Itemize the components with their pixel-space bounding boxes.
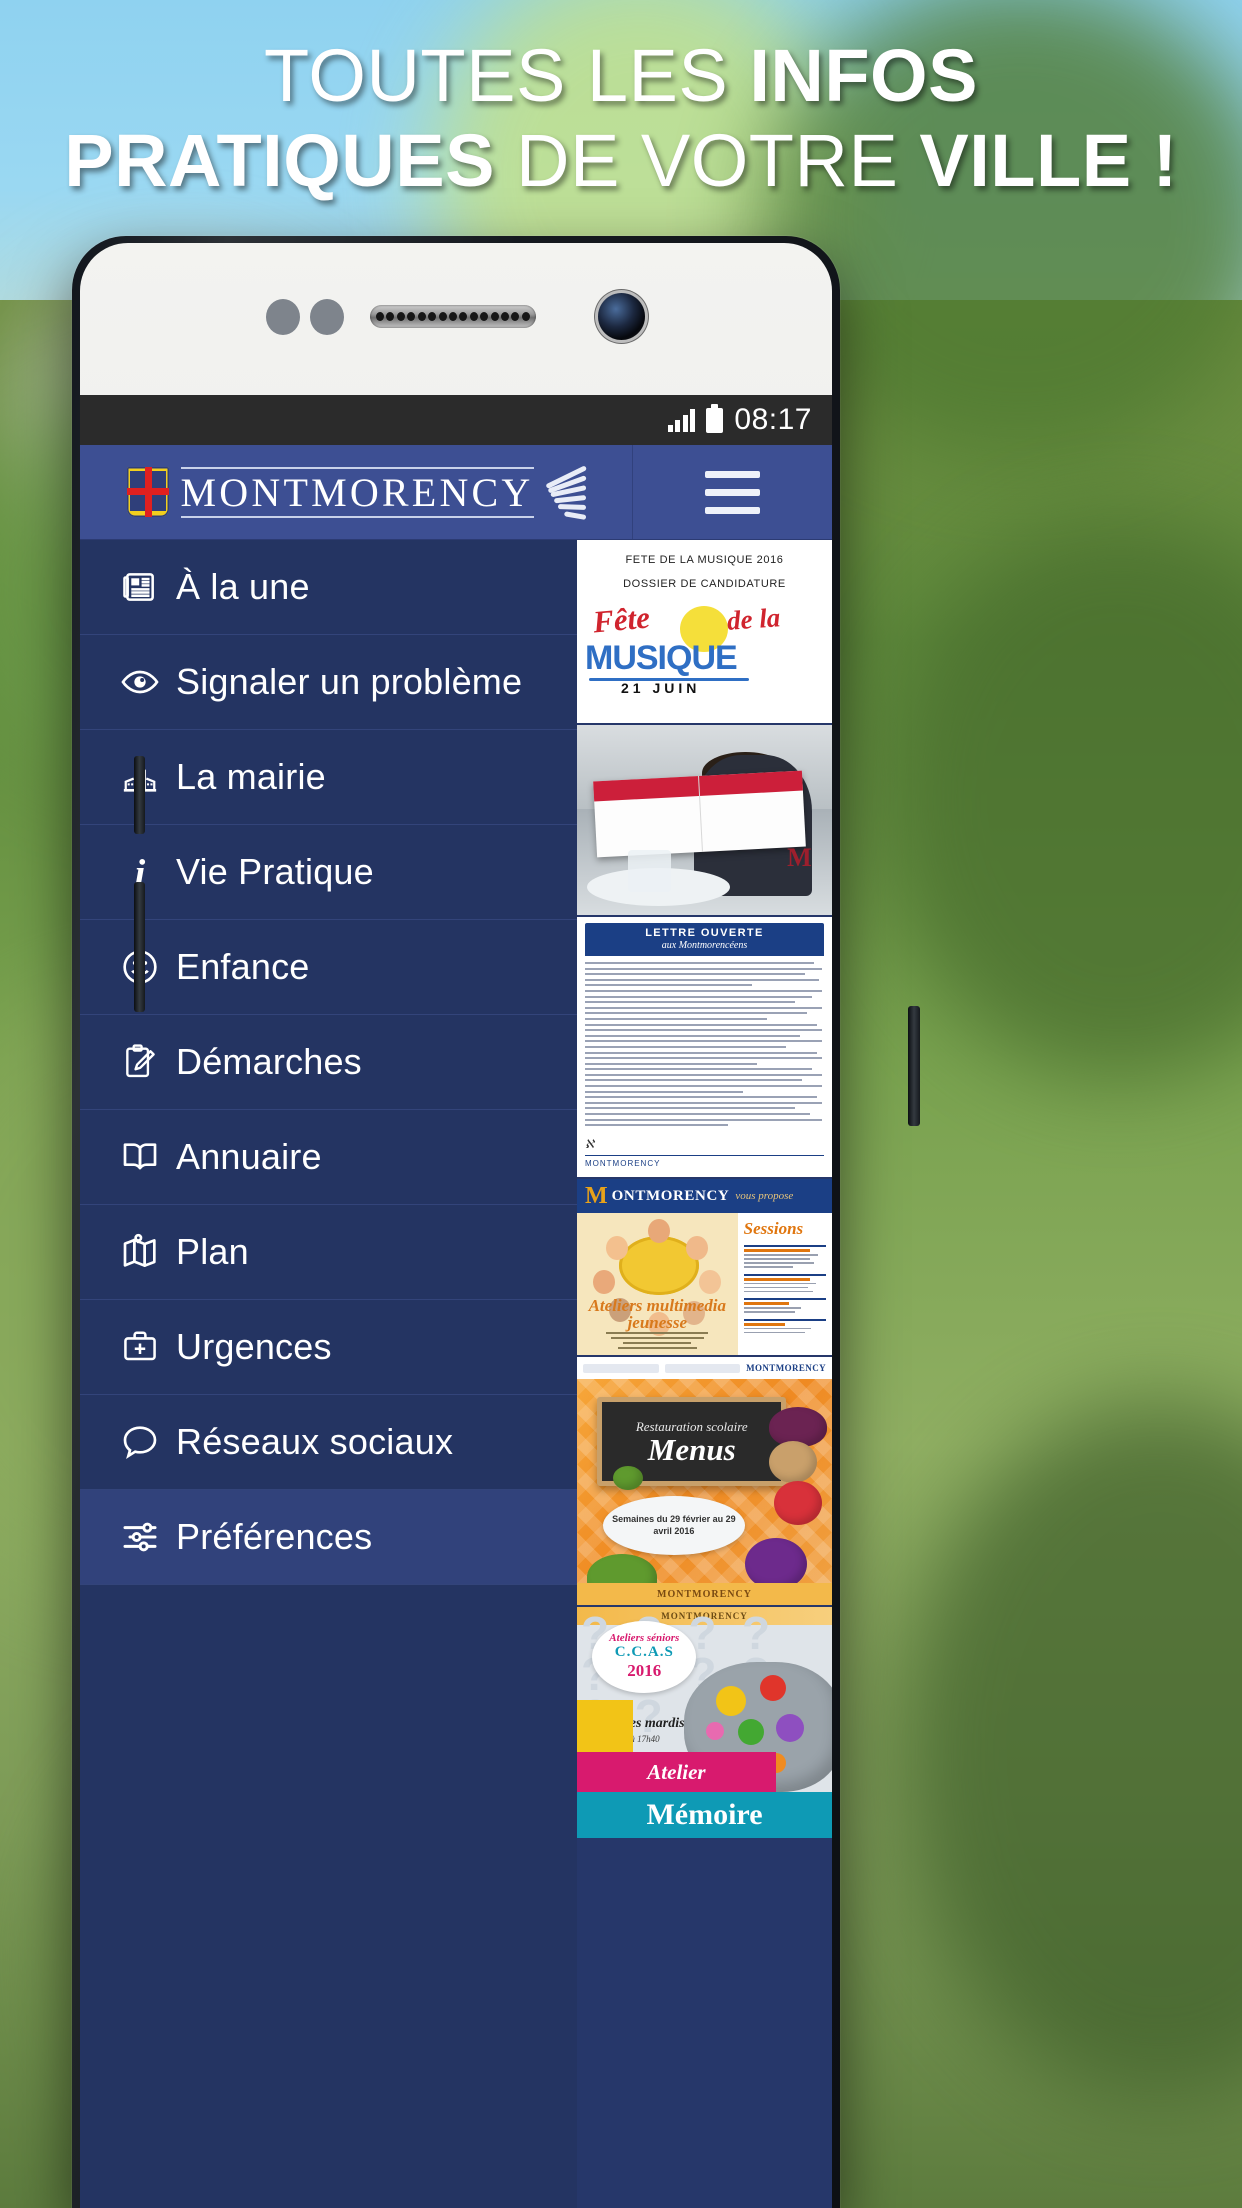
thumb3-body-lines [585,962,824,1127]
power-button[interactable] [908,1006,920,1126]
sidebar-item-plan[interactable]: Plan [80,1205,577,1300]
navigation-drawer: À la une Signaler un problème La mairie … [80,540,577,2208]
thumb1-line1: FETE DE LA MUSIQUE 2016 [625,554,784,566]
thumb4-brand-rest: ONTMORENCY [611,1187,730,1204]
clipboard-pen-icon [104,1043,176,1081]
thumb2-caption: M [787,843,812,873]
thumb4-sessions-label: Sessions [743,1219,804,1238]
sidebar-item-reseaux-sociaux[interactable]: Réseaux sociaux [80,1395,577,1490]
promo-headline: TOUTES LES INFOS PRATIQUES DE VOTRE VILL… [0,38,1242,199]
sidebar-item-enfance[interactable]: Enfance [80,920,577,1015]
thumbnail-ateliers-multimedia[interactable]: M ONTMORENCY vous propose Ateliers multi… [577,1179,832,1357]
thumb1-logo-word3: MUSIQUE [585,639,738,677]
sidebar-item-label: À la une [176,566,310,607]
map-icon [104,1232,176,1272]
thumb5-board-line2: Menus [647,1431,736,1467]
thumb4-title: Ateliers multimedia jeunesse [588,1295,727,1333]
wing-icon [540,461,587,523]
thumb3-signature: ℵ [585,1137,594,1152]
front-camera-icon [598,293,645,340]
sidebar-item-label: Urgences [176,1326,332,1367]
thumb5-plate-text: Semaines du 29 février au 29 avril 2016 [602,1495,746,1556]
brand-wordmark: MONTMORENCY [180,466,534,518]
promo-screenshot: TOUTES LES INFOS PRATIQUES DE VOTRE VILL… [0,0,1242,2208]
brand-logo: MONTMORENCY [80,445,632,539]
sidebar-item-label: Enfance [176,946,310,987]
thumb6-strip1: Atelier [577,1752,776,1792]
phone-mockup: 08:17 MONTMORENCY À la une Signaler un p… [72,236,920,2208]
thumb3-title: LETTRE OUVERTE [645,927,764,939]
thumbnail-fete-de-la-musique[interactable]: FETE DE LA MUSIQUE 2016 DOSSIER DE CANDI… [577,540,832,725]
first-aid-kit-icon [104,1328,176,1366]
thumb6-badge-line1: Ateliers séniors [609,1632,680,1645]
speech-bubble-icon [104,1422,176,1462]
headline-line1-bold: INFOS [749,34,978,117]
headline-line2-bold: PRATIQUES [64,119,495,203]
open-book-icon [104,1137,176,1177]
thumb3-footer: MONTMORENCY [585,1155,824,1168]
sidebar-item-label: Vie Pratique [176,851,374,892]
light-sensor-icon [310,299,344,335]
eye-icon [104,662,176,702]
sliders-icon [104,1517,176,1557]
sidebar-item-urgences[interactable]: Urgences [80,1300,577,1395]
proximity-sensor-icon [266,299,300,335]
thumb1-logo-word1: Fête [591,599,652,640]
sidebar-item-a-la-une[interactable]: À la une [80,540,577,635]
thumb5-brand: MONTMORENCY [746,1363,826,1373]
newspaper-icon [104,568,176,606]
brand-name: MONTMORENCY [180,469,534,515]
earpiece-speaker-icon [370,305,536,328]
thumbnail-restauration-scolaire-menus[interactable]: MONTMORENCY Restauration scolaire Menus … [577,1357,832,1607]
sidebar-item-demarches[interactable]: Démarches [80,1015,577,1110]
montmorency-coat-of-arms-icon [126,467,169,517]
thumb6-badge-line2: C.C.A.S [614,1644,674,1661]
sidebar-item-preferences[interactable]: Préférences [80,1490,577,1585]
status-bar: 08:17 [80,395,832,445]
thumb1-line2: DOSSIER DE CANDIDATURE [623,578,786,590]
sidebar-item-label: Plan [176,1231,249,1272]
battery-full-icon [706,403,724,433]
thumb3-subtitle: aux Montmorencéens [661,940,748,951]
headline-line1-light: TOUTES LES [264,34,750,117]
thumb1-logo-word2: de la [725,602,782,636]
phone-top-bezel [80,243,832,395]
sidebar-item-label: Réseaux sociaux [176,1421,454,1462]
sidebar-item-la-mairie[interactable]: La mairie [80,730,577,825]
sidebar-item-label: Démarches [176,1041,362,1082]
headline-line2-light: DE VOTRE [494,119,920,203]
phone-screen: 08:17 MONTMORENCY À la une Signaler un p… [80,395,832,2208]
sidebar-item-label: Annuaire [176,1136,322,1177]
fete-musique-logo-icon: Fête de la MUSIQUE 21 JUIN [577,594,832,700]
thumbnail-atelier-memoire[interactable]: MONTMORENCY ? ? ? ?? ? ? ?? ? ? ? Atelie… [577,1607,832,1840]
volume-up-button[interactable] [134,756,145,834]
thumb4-brand-initial: M [585,1183,608,1209]
hamburger-menu-icon[interactable] [632,445,832,539]
content-thumbnail-list[interactable]: FETE DE LA MUSIQUE 2016 DOSSIER DE CANDI… [577,540,832,2208]
thumb6-badge-line3: 2016 [627,1661,662,1681]
thumbnail-school-canteen-photo[interactable]: M [577,725,832,917]
sidebar-item-label: Préférences [176,1516,373,1557]
volume-down-button[interactable] [134,882,145,1012]
status-bar-clock: 08:17 [734,403,812,436]
thumb4-brand-tagline: vous propose [735,1190,794,1202]
sidebar-item-signaler-un-probleme[interactable]: Signaler un problème [80,635,577,730]
thumbnail-lettre-ouverte[interactable]: LETTRE OUVERTE aux Montmorencéens ℵ MONT… [577,917,832,1179]
thumb6-strip2: Mémoire [577,1792,832,1838]
headline-line2-bold2: VILLE ! [919,119,1178,203]
thumb5-footer-brand: MONTMORENCY [577,1583,832,1605]
sidebar-item-label: Signaler un problème [176,661,523,702]
app-header: MONTMORENCY [80,445,832,540]
sidebar-item-vie-pratique[interactable]: i Vie Pratique [80,825,577,920]
sidebar-item-annuaire[interactable]: Annuaire [80,1110,577,1205]
signal-bars-icon [667,408,696,432]
sidebar-item-label: La mairie [176,756,326,797]
thumb1-logo-date: 21 JUIN [621,680,701,696]
